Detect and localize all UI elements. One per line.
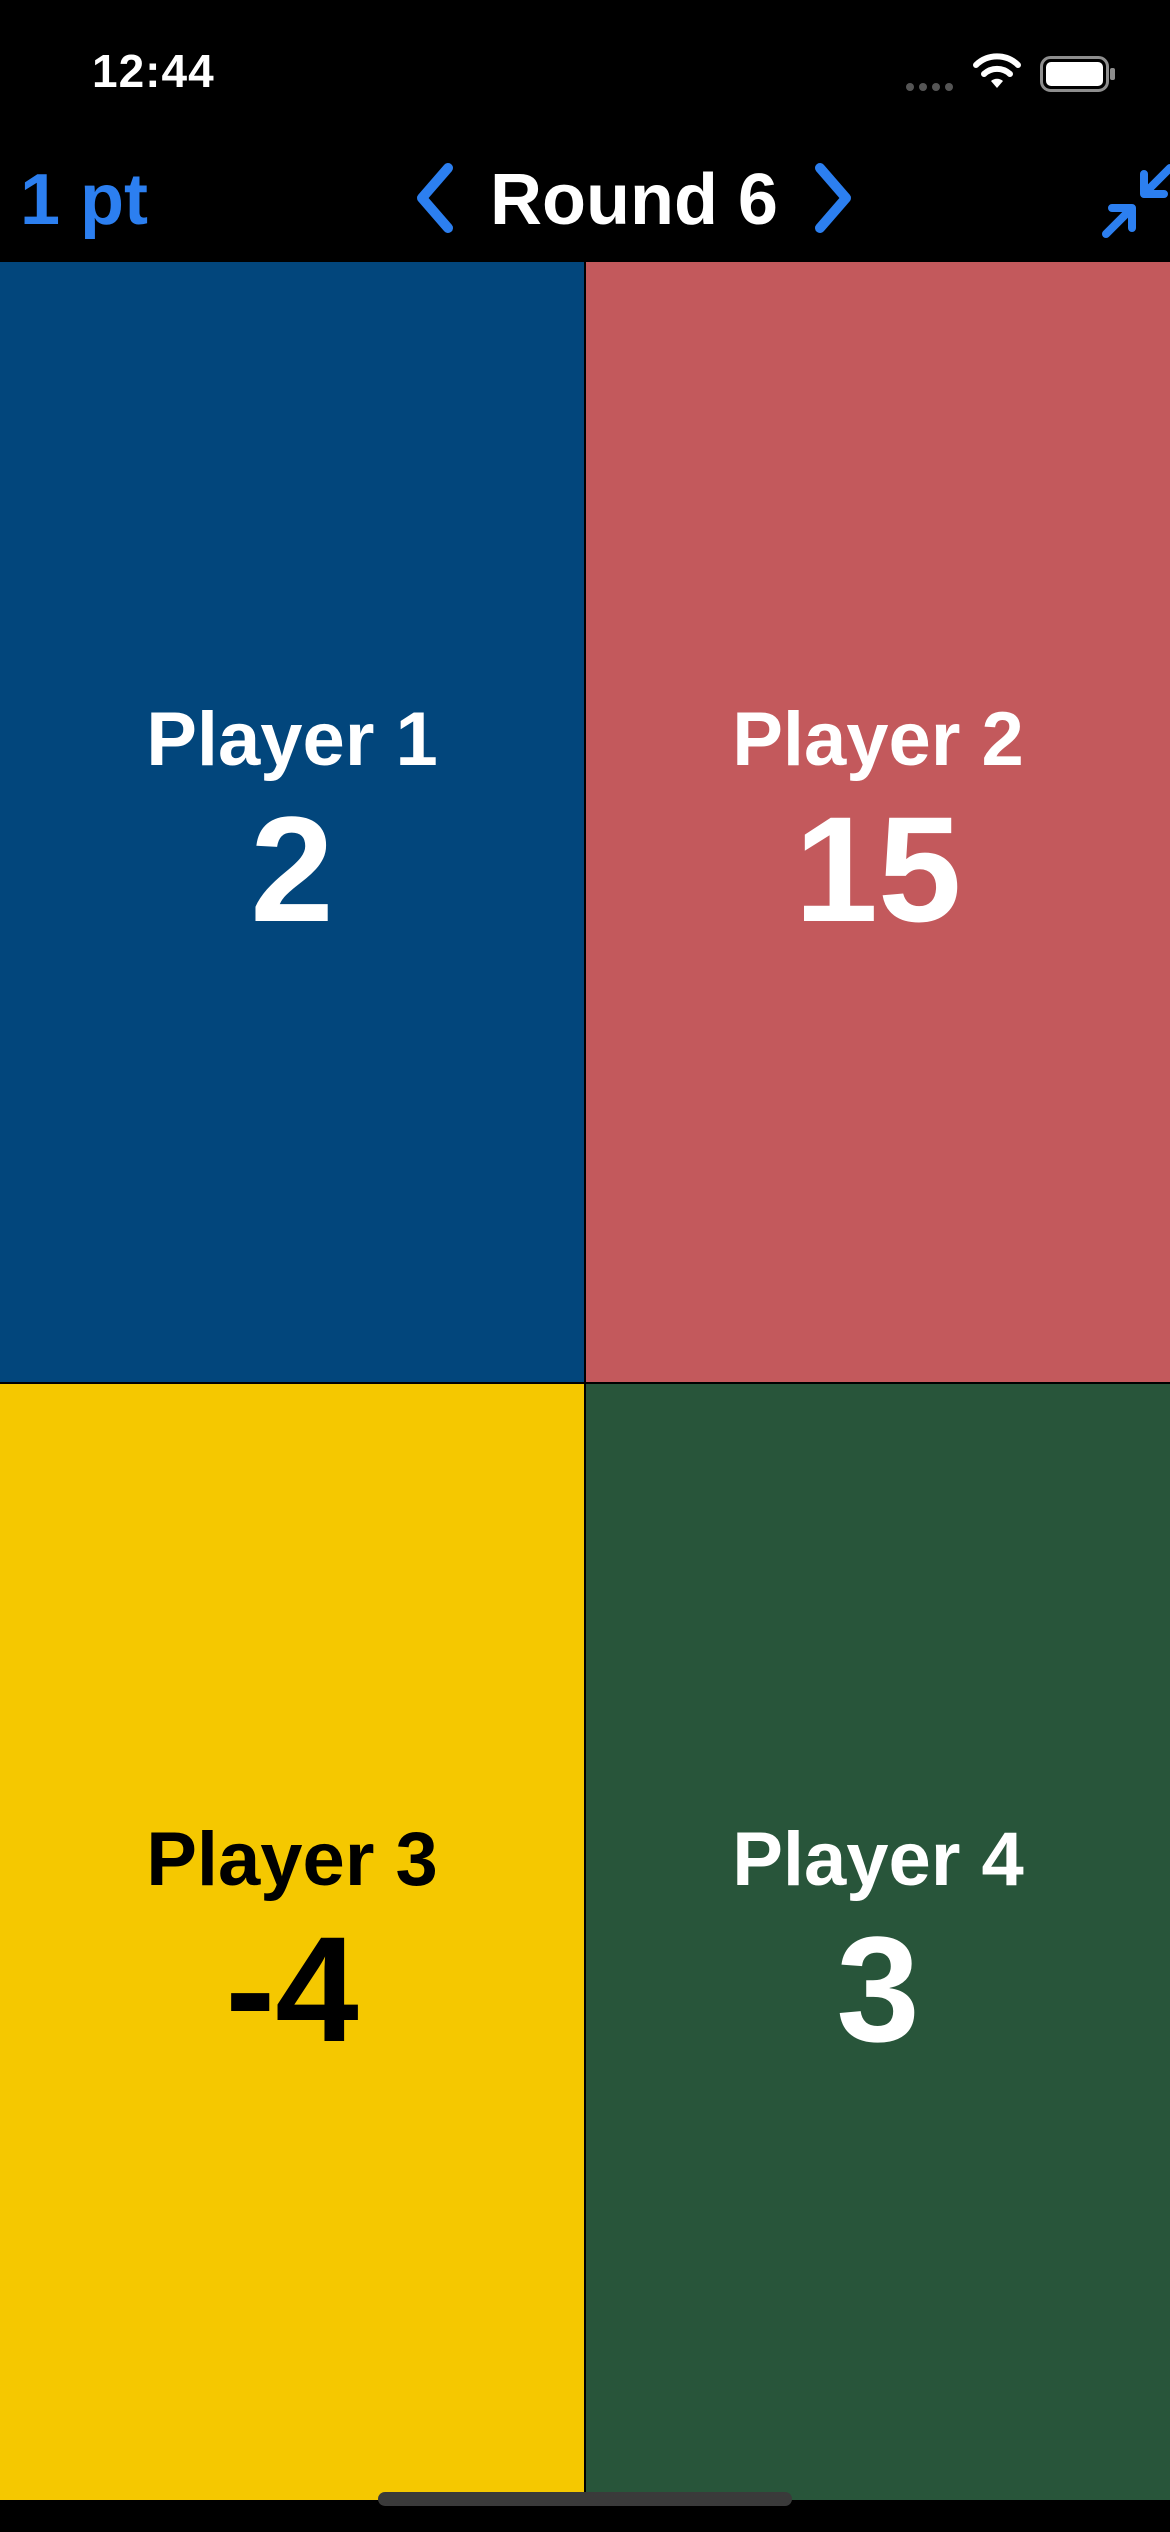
player-tile-1[interactable]: Player 1 2 [0, 262, 584, 1382]
points-button[interactable]: 1 pt [20, 150, 148, 250]
player-score: 2 [250, 785, 334, 953]
battery-icon [1040, 56, 1115, 92]
player-score: -4 [225, 1905, 359, 2073]
player-name: Player 3 [146, 1817, 438, 1902]
player-tile-2[interactable]: Player 2 15 [586, 262, 1170, 1382]
status-time: 12:44 [92, 45, 215, 97]
player-name: Player 2 [732, 697, 1024, 782]
player-tile-4[interactable]: Player 4 3 [586, 1384, 1170, 2500]
home-indicator[interactable] [378, 2492, 792, 2506]
nav-bar: 1 pt Round 6 [0, 140, 1170, 262]
round-selector: Round 6 [410, 150, 870, 250]
player-grid: Player 1 2 Player 2 15 Player 3 -4 Playe… [0, 262, 1170, 2500]
cellular-signal-icon [906, 83, 953, 91]
round-title: Round 6 [490, 160, 778, 240]
player-name: Player 1 [146, 697, 438, 782]
chevron-left-icon[interactable] [410, 162, 460, 234]
status-bar: 12:44 [0, 0, 1170, 140]
player-tile-3[interactable]: Player 3 -4 [0, 1384, 584, 2500]
collapse-arrows-icon[interactable] [1100, 160, 1170, 240]
player-score: 15 [794, 785, 962, 953]
player-score: 3 [836, 1905, 920, 2073]
player-name: Player 4 [732, 1817, 1024, 1902]
chevron-right-icon[interactable] [808, 162, 858, 234]
wifi-icon [973, 53, 1021, 88]
